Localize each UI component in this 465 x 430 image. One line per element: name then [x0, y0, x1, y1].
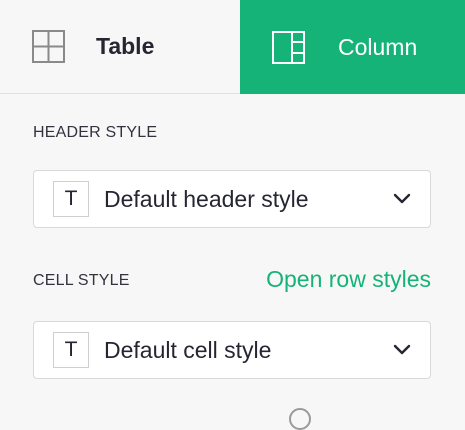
open-row-styles-link[interactable]: Open row styles [266, 266, 431, 293]
column-layout-icon [272, 30, 305, 64]
tab-column[interactable]: Column [240, 0, 465, 94]
header-style-label: HEADER STYLE [33, 124, 158, 141]
tab-table-label: Table [96, 33, 155, 59]
tab-bar: Table Column [0, 0, 465, 94]
chevron-down-icon [393, 193, 411, 204]
table-grid-icon [32, 30, 65, 63]
cell-style-label: CELL STYLE [33, 272, 130, 289]
chevron-down-icon [393, 344, 411, 355]
cell-style-select[interactable]: T Default cell style [33, 321, 431, 379]
partial-circle-icon [289, 408, 311, 430]
cell-style-value: Default cell style [104, 336, 272, 363]
header-style-select[interactable]: T Default header style [33, 170, 431, 228]
tab-table[interactable]: Table [0, 0, 240, 94]
text-style-icon: T [53, 332, 89, 368]
header-style-value: Default header style [104, 185, 309, 212]
tab-column-label: Column [338, 33, 418, 60]
text-style-icon: T [53, 181, 89, 217]
